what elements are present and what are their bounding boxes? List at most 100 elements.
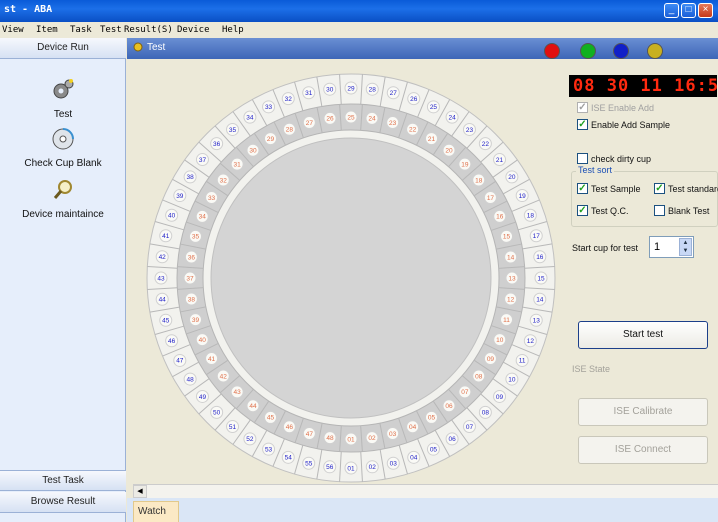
outer-cuvette-label: 37 [199, 157, 207, 164]
inner-cuvette-label: 35 [192, 234, 200, 241]
inner-cuvette-label: 37 [186, 275, 194, 282]
inner-cuvette-label: 08 [475, 373, 483, 380]
inner-cuvette-label: 34 [199, 214, 207, 221]
menu-task[interactable]: Task [70, 25, 92, 35]
gear-icon [0, 78, 126, 105]
outer-cuvette-label: 54 [285, 455, 293, 462]
outer-cuvette-label: 53 [265, 446, 273, 453]
outer-cuvette-label: 46 [168, 338, 176, 345]
outer-cuvette-label: 52 [246, 436, 254, 443]
menu-device[interactable]: Device [177, 25, 210, 35]
menu-item[interactable]: Item [36, 25, 58, 35]
start-cup-spinner[interactable]: 1 ▲ ▼ [649, 236, 694, 258]
test-qc-check: ✓ [577, 205, 588, 217]
inner-cuvette-label: 31 [234, 161, 242, 168]
status-lamp-blue [613, 43, 629, 59]
enable-add-sample-check: ✓ [577, 119, 588, 131]
sidebar-test-task[interactable]: Test Task [0, 470, 126, 491]
outer-cuvette-label: 36 [213, 141, 221, 148]
main-title: Test [147, 42, 166, 53]
inner-cuvette-label: 01 [347, 436, 355, 443]
sidebar-item-label: Check Cup Blank [24, 158, 102, 169]
scroll-left-arrow[interactable]: ◀ [133, 485, 147, 498]
outer-cuvette-label: 43 [157, 275, 165, 282]
outer-cuvette-label: 04 [410, 455, 418, 462]
sidebar-header[interactable]: Device Run [0, 38, 126, 59]
blank-test-checkbox[interactable]: Blank Test [654, 205, 709, 217]
test-qc-checkbox[interactable]: ✓ Test Q.C. [577, 205, 629, 217]
test-standard-checkbox[interactable]: ✓ Test standard [654, 183, 718, 195]
inner-cuvette-label: 09 [487, 356, 495, 363]
outer-cuvette-label: 40 [168, 213, 176, 220]
outer-cuvette-label: 10 [508, 376, 516, 383]
ise-enable-add-check: ✓ [577, 102, 588, 114]
inner-cuvette-label: 04 [409, 424, 417, 431]
inner-cuvette-label: 10 [496, 337, 504, 344]
test-tab-icon [132, 41, 144, 61]
inner-cuvette-label: 03 [389, 431, 397, 438]
outer-cuvette-label: 13 [533, 318, 541, 325]
sidebar-item-test[interactable]: Test [0, 78, 126, 120]
outer-cuvette-label: 34 [246, 114, 254, 121]
inner-cuvette-label: 42 [220, 373, 228, 380]
outer-cuvette-label: 41 [162, 233, 170, 240]
menu-result[interactable]: Result(S) [124, 25, 173, 35]
magnifier-icon [0, 178, 126, 205]
inner-cuvette-label: 06 [445, 403, 453, 410]
outer-cuvette-label: 14 [536, 297, 544, 304]
outer-cuvette-label: 22 [482, 141, 490, 148]
inner-cuvette-label: 11 [503, 317, 510, 324]
menu-view[interactable]: View [2, 25, 24, 35]
inner-cuvette-label: 15 [503, 234, 511, 241]
inner-cuvette-label: 25 [347, 114, 355, 121]
outer-cuvette-label: 24 [448, 114, 456, 121]
sidebar-browse-result[interactable]: Browse Result [0, 492, 126, 513]
outer-cuvette-label: 17 [533, 233, 541, 240]
sidebar-item-check-cup-blank[interactable]: Check Cup Blank [0, 127, 126, 169]
outer-cuvette-label: 42 [159, 254, 167, 261]
outer-cuvette-label: 38 [187, 174, 195, 181]
outer-cuvette-label: 51 [229, 424, 237, 431]
test-standard-check: ✓ [654, 183, 665, 195]
tab-watch[interactable]: Watch [133, 501, 179, 522]
inner-cuvette-label: 23 [389, 120, 397, 127]
outer-cuvette-label: 44 [159, 297, 167, 304]
outer-cuvette-label: 29 [347, 85, 355, 92]
outer-cuvette-label: 50 [213, 410, 221, 417]
outer-cuvette-label: 35 [229, 127, 237, 134]
test-sample-checkbox[interactable]: ✓ Test Sample [577, 183, 641, 195]
inner-cuvette-label: 41 [208, 356, 216, 363]
outer-cuvette-label: 23 [466, 127, 474, 134]
close-button[interactable]: × [698, 3, 713, 18]
horizontal-scrollbar[interactable]: ◀ [133, 484, 718, 498]
outer-cuvette-label: 28 [369, 86, 377, 93]
inner-cuvette-label: 12 [507, 296, 515, 303]
sidebar-item-label: Device maintaince [22, 209, 104, 220]
inner-cuvette-label: 16 [496, 214, 504, 221]
outer-cuvette-label: 09 [496, 394, 504, 401]
minimize-button[interactable]: _ [664, 3, 679, 18]
inner-cuvette-label: 48 [326, 435, 334, 442]
ise-connect-button[interactable]: ISE Connect [578, 436, 708, 464]
start-test-button[interactable]: Start test [578, 321, 708, 349]
ise-enable-add-checkbox[interactable]: ✓ ISE Enable Add [577, 102, 654, 114]
bottom-tab-strip: Watch [127, 498, 718, 522]
outer-cuvette-label: 02 [369, 464, 377, 471]
menu-test[interactable]: Test [100, 25, 122, 35]
menu-help[interactable]: Help [222, 25, 244, 35]
sidebar-item-device-maintaince[interactable]: Device maintaince [0, 178, 126, 220]
blank-test-check [654, 205, 665, 217]
outer-cuvette-label: 21 [496, 157, 504, 164]
inner-cuvette-label: 26 [326, 116, 334, 123]
maximize-button[interactable]: □ [681, 3, 696, 18]
inner-cuvette-label: 27 [306, 120, 314, 127]
outer-cuvette-label: 15 [537, 275, 545, 282]
inner-cuvette-label: 13 [508, 275, 516, 282]
spinner-arrows[interactable]: ▲ ▼ [679, 238, 692, 256]
ise-calibrate-button[interactable]: ISE Calibrate [578, 398, 708, 426]
enable-add-sample-checkbox[interactable]: ✓ Enable Add Sample [577, 119, 670, 131]
inner-cuvette-label: 18 [475, 177, 483, 184]
outer-cuvette-label: 27 [390, 90, 398, 97]
inner-cuvette-label: 05 [428, 415, 436, 422]
check-dirty-cup-checkbox[interactable]: check dirty cup [577, 153, 651, 165]
